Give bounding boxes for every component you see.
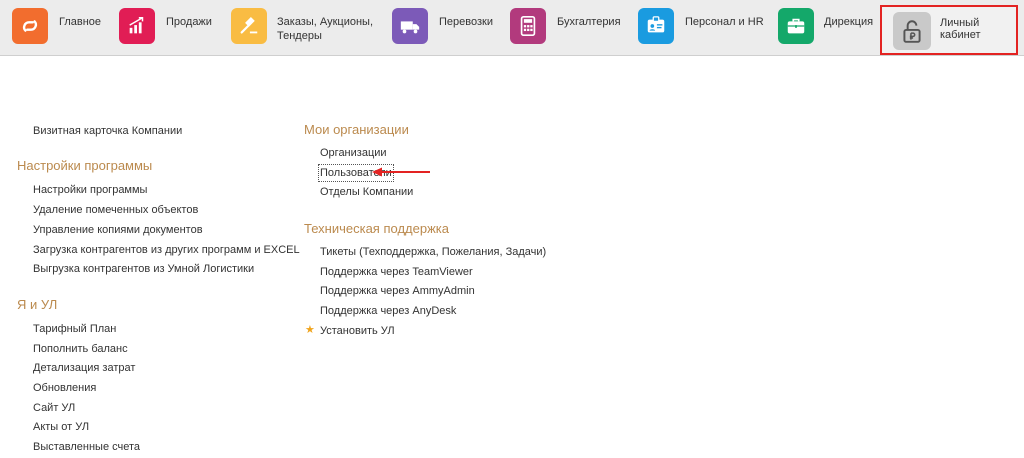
support-link-anydesk[interactable]: Поддержка через AnyDesk	[320, 304, 456, 318]
nav-item-directorate[interactable]: Дирекция	[776, 0, 876, 56]
settings-link-backups[interactable]: Управление копиями документов	[33, 223, 203, 237]
support-heading: Техническая поддержка	[304, 221, 449, 236]
nav-item-label: Главное	[59, 16, 102, 28]
company-card-link[interactable]: Визитная карточка Компании	[33, 124, 182, 138]
nav-item-label: Заказы, Аукционы, Тендеры	[277, 16, 373, 42]
id-badge-icon	[638, 8, 674, 44]
support-link-ammyadmin[interactable]: Поддержка через AmmyAdmin	[320, 284, 475, 298]
nav-item-personal-cabinet[interactable]: Личный кабинет	[880, 5, 1018, 55]
calculator-icon	[510, 8, 546, 44]
nav-item-label: Личный кабинет	[940, 17, 981, 41]
nav-item-label: Продажи	[166, 16, 212, 28]
annotation-arrow-icon	[372, 167, 430, 177]
ya-link-acts[interactable]: Акты от УЛ	[33, 420, 89, 434]
truck-icon	[392, 8, 428, 44]
nav-item-transport[interactable]: Перевозки	[390, 0, 500, 56]
ya-link-topup[interactable]: Пополнить баланс	[33, 342, 128, 356]
ya-link-costs[interactable]: Детализация затрат	[33, 361, 135, 375]
unlock-ruble-icon	[893, 12, 931, 50]
nav-item-label: Персонал и HR	[685, 16, 764, 28]
settings-link-delete-marked[interactable]: Удаление помеченных объектов	[33, 203, 198, 217]
briefcase-icon	[778, 8, 814, 44]
orgs-heading: Мои организации	[304, 122, 409, 137]
gavel-icon	[231, 8, 267, 44]
nav-item-hr[interactable]: Персонал и HR	[636, 0, 766, 56]
nav-item-label: Дирекция	[824, 16, 874, 28]
nav-item-sales[interactable]: Продажи	[117, 0, 217, 56]
ya-link-updates[interactable]: Обновления	[33, 381, 96, 395]
ya-link-invoices[interactable]: Выставленные счета	[33, 440, 140, 454]
support-link-install[interactable]: Установить УЛ	[320, 324, 395, 338]
top-nav-bar: Главное Продажи Заказы, Аукционы, Тендер…	[0, 0, 1024, 56]
settings-link-export[interactable]: Выгрузка контрагентов из Умной Логистики	[33, 262, 254, 276]
ya-link-tariff[interactable]: Тарифный План	[33, 322, 116, 336]
support-link-tickets[interactable]: Тикеты (Техподдержка, Пожелания, Задачи)	[320, 245, 546, 259]
settings-link-program[interactable]: Настройки программы	[33, 183, 147, 197]
growth-chart-icon	[119, 8, 155, 44]
nav-item-label: Бухгалтерия	[557, 16, 621, 28]
nav-item-main[interactable]: Главное	[10, 0, 110, 56]
orgs-link-departments[interactable]: Отделы Компании	[320, 185, 413, 199]
nav-item-orders[interactable]: Заказы, Аукционы, Тендеры	[229, 0, 379, 56]
support-link-teamviewer[interactable]: Поддержка через TeamViewer	[320, 265, 473, 279]
nav-item-accounting[interactable]: Бухгалтерия	[508, 0, 628, 56]
settings-link-import[interactable]: Загрузка контрагентов из других программ…	[33, 243, 300, 257]
fan-logo-icon	[12, 8, 48, 44]
nav-item-label: Перевозки	[439, 16, 493, 28]
settings-heading: Настройки программы	[17, 158, 153, 173]
ya-link-site[interactable]: Сайт УЛ	[33, 401, 75, 415]
star-icon: ★	[305, 324, 315, 336]
orgs-link-organizations[interactable]: Организации	[320, 146, 387, 160]
ya-heading: Я и УЛ	[17, 297, 58, 312]
